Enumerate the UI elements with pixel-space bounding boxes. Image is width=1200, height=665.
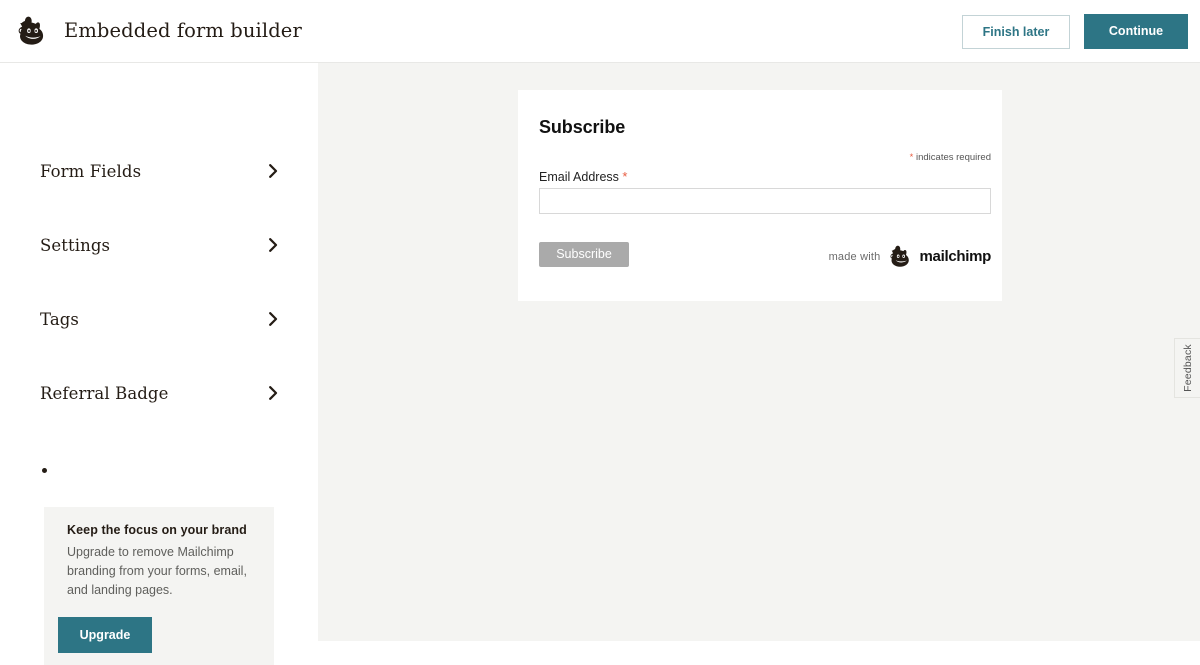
- made-with-text: made with: [828, 250, 881, 263]
- made-with-mailchimp-badge: made with mailchimp: [829, 243, 991, 270]
- subscribe-submit-button[interactable]: Subscribe: [539, 242, 629, 267]
- email-input[interactable]: [539, 188, 991, 214]
- sidebar-item-tags[interactable]: Tags: [40, 306, 278, 332]
- subscribe-form-card: Subscribe * indicates required Email Add…: [518, 90, 1002, 301]
- chevron-right-icon: [269, 238, 278, 252]
- chevron-right-icon: [269, 386, 278, 400]
- email-label-text: Email Address: [539, 170, 619, 184]
- email-required-asterisk: *: [622, 169, 628, 184]
- feedback-tab-label: Feedback: [1181, 344, 1194, 392]
- finish-later-button[interactable]: Finish later: [962, 14, 1070, 49]
- sidebar-item-label: Form Fields: [40, 161, 142, 181]
- email-field-label: Email Address *: [539, 169, 627, 184]
- form-preview-canvas: Subscribe * indicates required Email Add…: [318, 63, 1200, 641]
- sidebar-item-referral-badge[interactable]: Referral Badge: [40, 380, 278, 406]
- mailchimp-wordmark: mailchimp: [919, 248, 992, 265]
- form-heading: Subscribe: [539, 117, 626, 137]
- required-asterisk: *: [909, 152, 914, 163]
- chevron-right-icon: [269, 164, 278, 178]
- mailchimp-freddie-logo-icon: [18, 16, 44, 45]
- sidebar-item-settings[interactable]: Settings: [40, 232, 278, 258]
- upgrade-card-body: Upgrade to remove Mailchimp branding fro…: [67, 545, 247, 597]
- continue-button[interactable]: Continue: [1084, 14, 1188, 49]
- required-indicator-note: * indicates required: [910, 152, 991, 163]
- required-note-text: indicates required: [916, 152, 991, 163]
- sidebar-bullet-marker: [42, 468, 47, 473]
- page-title: Embedded form builder: [64, 19, 302, 42]
- upgrade-button[interactable]: Upgrade: [58, 617, 152, 653]
- mailchimp-freddie-logo-icon: [890, 245, 909, 267]
- feedback-tab[interactable]: Feedback: [1174, 338, 1200, 398]
- sidebar-item-form-fields[interactable]: Form Fields: [40, 158, 278, 184]
- sidebar-item-label: Settings: [40, 235, 111, 255]
- embedded-form-builder-page: Embedded form builder Finish later Conti…: [0, 0, 1200, 665]
- sidebar: Form Fields Settings Tags Referral Badge: [0, 63, 318, 665]
- chevron-right-icon: [269, 312, 278, 326]
- sidebar-item-label: Tags: [40, 309, 79, 329]
- upgrade-promo-card: Keep the focus on your brand Upgrade to …: [44, 507, 274, 665]
- header-actions: Finish later Continue: [962, 14, 1188, 49]
- sidebar-item-label: Referral Badge: [40, 383, 169, 403]
- upgrade-card-title: Keep the focus on your brand: [67, 523, 247, 537]
- app-header: Embedded form builder Finish later Conti…: [0, 0, 1200, 63]
